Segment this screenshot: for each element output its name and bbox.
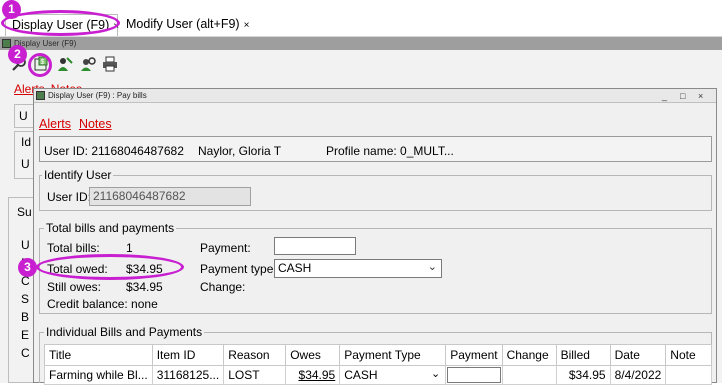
pay-bills-dialog: Display User (F9) : Pay bills _ □ × Aler… [33, 88, 717, 385]
background-text: Id [21, 135, 32, 149]
cell-title: Farming while Bl... [44, 365, 153, 385]
credit-balance: Credit balance: none [47, 297, 158, 311]
annotation-badge-2: 2 [8, 45, 27, 64]
table-row[interactable]: Farming while Bl... 31168125... LOST $34… [44, 365, 712, 385]
background-text: Su [17, 205, 32, 219]
bills-table: Title Item ID Reason Owes Payment Type P… [44, 344, 712, 385]
background-text: C [21, 346, 30, 360]
user-summary-bar: User ID: 21168046487682 Naylor, Gloria T… [39, 136, 712, 162]
chevron-down-icon: ⌄ [427, 261, 437, 273]
user-id-text: User ID: 21168046487682 [44, 144, 184, 158]
dialog-title-bar: Display User (F9) : Pay bills _ □ × [34, 89, 716, 103]
alerts-link[interactable]: Alerts [39, 117, 71, 131]
column-header[interactable]: Title [44, 344, 153, 366]
window-icon [36, 91, 45, 100]
user-id-label: User ID: [47, 190, 92, 204]
column-header[interactable]: Date [609, 344, 667, 366]
maximize-button[interactable]: □ [680, 89, 685, 103]
background-text: U [21, 157, 30, 171]
window-icon [2, 39, 11, 48]
still-owes-value: $34.95 [126, 280, 163, 294]
dialog-links: Alerts Notes [39, 117, 120, 131]
inner-window-title: Display User (F9) [0, 37, 722, 50]
total-bills-label: Total bills: [47, 241, 100, 255]
still-owes-label: Still owes: [47, 280, 102, 294]
individual-bills-title: Individual Bills and Payments [44, 325, 205, 339]
toolbar: $ [0, 50, 722, 80]
annotation-badge-1: 1 [2, 0, 21, 19]
background-text: E [21, 328, 30, 342]
dialog-title: Display User (F9) : Pay bills [48, 91, 147, 100]
background-text: U [21, 238, 30, 252]
column-header[interactable]: Payment Type [339, 344, 447, 366]
background-text: S [21, 292, 30, 306]
user-id-field[interactable]: 21168046487682 [89, 187, 251, 206]
column-header[interactable]: Note [665, 344, 712, 366]
chevron-down-icon: ⌄ [431, 368, 441, 380]
payment-label: Payment: [200, 241, 251, 255]
row-payment-input[interactable] [447, 367, 501, 383]
tab-modify-user[interactable]: Modify User (alt+F9) × [120, 14, 250, 36]
total-bills-value: 1 [126, 241, 133, 255]
totals-title: Total bills and payments [44, 221, 177, 235]
column-header[interactable]: Owes [285, 344, 341, 366]
annotation-badge-3: 3 [18, 258, 37, 277]
payment-type-value: CASH [278, 261, 312, 275]
payment-type-select[interactable]: CASH ⌄ [274, 259, 442, 278]
cell-item-id: 31168125... [151, 365, 225, 385]
user-name: Naylor, Gloria T [198, 144, 282, 158]
profile-name: Profile name: 0_MULT... [326, 144, 454, 158]
print-icon[interactable] [102, 56, 118, 72]
column-header[interactable]: Payment [445, 344, 503, 366]
cell-billed: $34.95 [555, 365, 611, 385]
table-header-row: Title Item ID Reason Owes Payment Type P… [44, 344, 712, 366]
payment-type-label: Payment type: [200, 262, 277, 276]
minimize-button[interactable]: _ [662, 89, 667, 103]
column-header[interactable]: Item ID [151, 344, 225, 366]
cell-change [501, 365, 557, 385]
tab-label: Modify User (alt+F9) [126, 17, 240, 31]
column-header[interactable]: Billed [555, 344, 611, 366]
payment-input[interactable] [274, 237, 356, 255]
cell-reason: LOST [223, 365, 287, 385]
change-label: Change: [200, 280, 246, 294]
column-header[interactable]: Reason [223, 344, 287, 366]
annotation-circle-3 [36, 254, 184, 280]
cell-payment-type[interactable]: CASH ⌄ [339, 365, 447, 385]
close-button[interactable]: × [698, 89, 703, 103]
annotation-circle-2 [28, 53, 52, 77]
background-text: B [21, 310, 30, 324]
close-icon[interactable]: × [244, 20, 250, 31]
cell-note [665, 365, 712, 385]
user-edit-icon[interactable] [57, 56, 73, 72]
row-payment-type-value: CASH [344, 368, 378, 382]
cell-date: 8/4/2022 [609, 365, 667, 385]
owes-link[interactable]: $34.95 [299, 368, 336, 382]
cell-owes[interactable]: $34.95 [285, 365, 341, 385]
notes-link[interactable]: Notes [79, 117, 112, 131]
column-header[interactable]: Change [501, 344, 557, 366]
user-lookup-icon[interactable] [80, 56, 96, 72]
cell-payment[interactable] [445, 365, 503, 385]
identify-user-title: Identify User [42, 168, 114, 182]
background-text: U [19, 109, 28, 123]
